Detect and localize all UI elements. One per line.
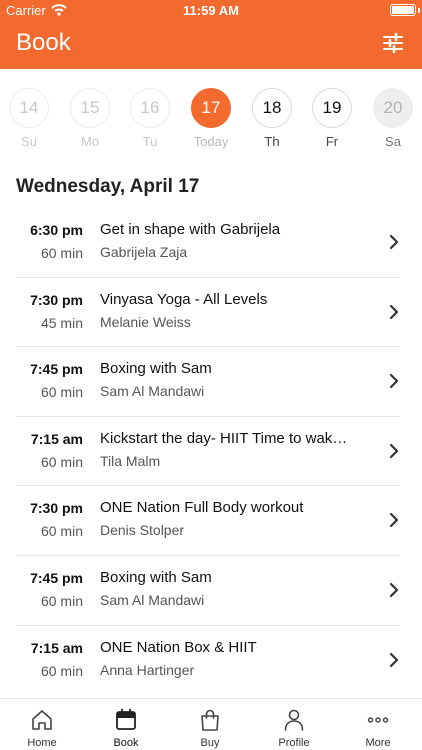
day-20[interactable]: 20 Sa — [371, 88, 415, 149]
class-instructor: Gabrijela Zaja — [100, 244, 188, 260]
day-name: Tu — [142, 134, 158, 149]
day-strip: 14 Su 15 Mo 16 Tu 17 Today 18 Th 19 Fr 2… — [0, 88, 422, 154]
chevron-right-icon — [389, 443, 399, 458]
class-time: 7:15 am — [30, 639, 83, 656]
class-duration: 60 min — [40, 662, 83, 679]
class-title: Get in shape with Gabrijela — [100, 221, 281, 238]
class-title: Boxing with Sam — [100, 568, 212, 586]
day-18[interactable]: 18 Th — [250, 88, 294, 149]
person-icon — [284, 709, 304, 731]
class-list: 6:30 pm 60 min Get in shape with Gabrije… — [0, 208, 422, 695]
class-row[interactable]: 7:45 pm 60 min Boxing with Sam Sam Al Ma… — [16, 556, 400, 626]
day-name: Su — [21, 134, 37, 149]
tab-home[interactable]: Home — [0, 699, 84, 750]
class-instructor: Tila Malm — [100, 452, 161, 469]
class-time: 7:45 pm — [30, 361, 83, 378]
class-instructor: Denis Stolper — [100, 522, 185, 539]
tab-label: Buy — [200, 737, 220, 749]
class-row[interactable]: 7:15 am 60 min Kickstart the day- HIIT T… — [16, 417, 400, 487]
class-instructor: Sam Al Mandawi — [100, 383, 205, 400]
tab-more[interactable]: More — [336, 699, 420, 750]
class-time: 7:30 pm — [30, 500, 83, 517]
day-14[interactable]: 14 Su — [7, 88, 51, 149]
class-duration: 60 min — [40, 453, 83, 470]
home-icon — [32, 710, 52, 730]
day-name: Sa — [385, 134, 401, 149]
class-row[interactable]: 7:30 pm 60 min ONE Nation Full Body work… — [16, 486, 400, 556]
day-number: 15 — [70, 88, 110, 128]
tab-label: More — [365, 737, 391, 749]
day-number: 20 — [373, 88, 413, 128]
chevron-right-icon — [389, 234, 399, 250]
class-instructor: Anna Hartinger — [100, 661, 195, 678]
chevron-right-icon — [389, 652, 399, 667]
tab-label: Home — [27, 737, 57, 749]
chevron-right-icon — [389, 304, 399, 319]
battery-tip — [418, 8, 420, 13]
tab-label: Book — [113, 737, 139, 749]
chevron-right-icon — [389, 513, 399, 528]
day-number: 16 — [130, 88, 170, 128]
class-title: Boxing with Sam — [100, 360, 212, 378]
tab-buy[interactable]: Buy — [168, 699, 252, 750]
app-header: Carrier 11:59 AM Book — [0, 0, 422, 69]
chevron-right-icon — [389, 374, 399, 389]
status-bar: Carrier 11:59 AM — [0, 0, 422, 20]
class-duration: 45 min — [40, 314, 83, 331]
day-number: 18 — [252, 88, 292, 128]
date-heading: Wednesday, April 17 — [16, 176, 200, 197]
class-row[interactable]: 7:45 pm 60 min Boxing with Sam Sam Al Ma… — [16, 347, 400, 417]
class-time: 7:45 pm — [30, 569, 83, 586]
class-row[interactable]: 7:15 am 60 min ONE Nation Box & HIIT Ann… — [16, 626, 400, 696]
page-title: Book — [16, 29, 71, 56]
day-number: 17 — [191, 88, 231, 128]
class-time: 7:30 pm — [30, 291, 83, 308]
day-number: 19 — [312, 88, 352, 128]
class-title: Kickstart the day- HIIT Time to wak… — [100, 429, 348, 447]
day-name: Today — [193, 134, 229, 149]
class-duration: 60 min — [40, 523, 83, 540]
class-title: Vinyasa Yoga - All Levels — [100, 290, 268, 308]
class-duration: 60 min — [40, 592, 83, 609]
day-17[interactable]: 17 Today — [189, 88, 233, 149]
status-time: 11:59 AM — [183, 3, 239, 18]
chevron-right-icon — [389, 582, 399, 598]
day-number: 14 — [9, 88, 49, 128]
day-15[interactable]: 15 Mo — [68, 88, 112, 149]
class-time: 7:15 am — [30, 430, 83, 447]
class-row[interactable]: 6:30 pm 60 min Get in shape with Gabrije… — [16, 208, 400, 278]
class-row[interactable]: 7:30 pm 45 min Vinyasa Yoga - All Levels… — [16, 278, 400, 348]
day-16[interactable]: 16 Tu — [128, 88, 172, 149]
sliders-icon[interactable] — [382, 32, 404, 54]
more-dots-icon — [367, 717, 389, 723]
class-title: ONE Nation Box & HIIT — [100, 638, 257, 656]
calendar-icon — [116, 708, 136, 730]
class-instructor: Sam Al Mandawi — [100, 591, 205, 608]
class-duration: 60 min — [40, 245, 83, 261]
tab-label: Profile — [278, 737, 310, 749]
tab-book[interactable]: Book — [84, 699, 168, 750]
battery-icon — [390, 4, 416, 16]
day-name: Fr — [325, 134, 339, 149]
class-duration: 60 min — [40, 384, 83, 401]
tab-profile[interactable]: Profile — [252, 699, 336, 750]
shopping-bag-icon — [201, 709, 219, 731]
day-name: Th — [264, 134, 280, 149]
day-19[interactable]: 19 Fr — [310, 88, 354, 149]
class-title: ONE Nation Full Body workout — [100, 499, 304, 517]
day-name: Mo — [80, 134, 100, 149]
class-time: 6:30 pm — [30, 222, 83, 238]
tab-bar: Home Book Buy Profile More — [0, 698, 422, 750]
class-instructor: Melanie Weiss — [100, 313, 191, 330]
